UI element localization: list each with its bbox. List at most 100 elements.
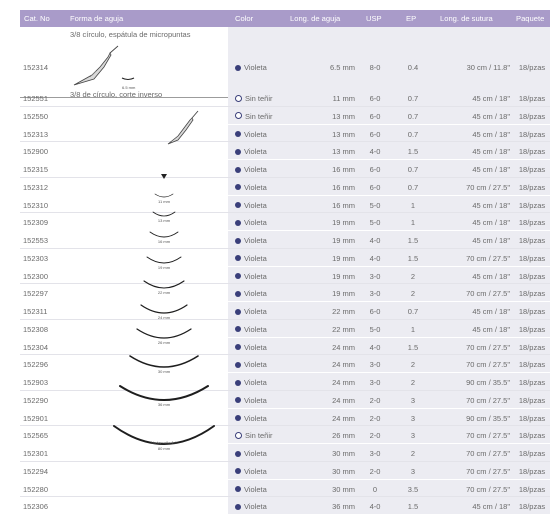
cell-length: 16 mm — [332, 200, 355, 210]
cell-length: 24 mm — [332, 342, 355, 352]
cell-ep: 1.5 — [407, 502, 419, 512]
cell-cat: 152903 — [23, 378, 49, 387]
undyed-dot-icon — [235, 94, 242, 102]
header-form: Forma de aguja — [70, 14, 124, 23]
table-row: 152280 Violeta 30 mm 0 3.5 70 cm / 27.5" 18/pz… — [20, 479, 550, 498]
cell-length: 36 mm — [332, 502, 355, 512]
needle-size-label: 36 mm — [158, 402, 171, 407]
cell-ep: 2 — [410, 378, 416, 387]
cell-usp: 3-0 — [369, 271, 381, 281]
cell-suture: 70 cm / 27.5" — [466, 182, 510, 192]
cell-cat: 152296 — [23, 360, 49, 370]
violet-dot-icon — [235, 486, 241, 492]
cell-length: 26 mm — [332, 431, 355, 441]
cell-ep: 0.7 — [407, 111, 419, 121]
cell-cat: 152315 — [23, 165, 49, 174]
cell-pack: 18/pzas — [518, 360, 546, 370]
cell-usp: 6-0 — [369, 94, 381, 103]
table-row: 152551 Sin teñir 11 mm 6-0 0.7 45 cm / 18" 18/… — [20, 89, 550, 107]
cell-pack: 18/pzas — [518, 165, 546, 174]
cell-ep: 3 — [410, 431, 416, 441]
cell-ep: 1.5 — [407, 342, 419, 352]
section1-title: 3/8 círculo, espátula de micropuntas — [70, 30, 191, 39]
table-row: 152306 Violeta 36 mm 4-0 1.5 45 cm / 18" 18/pz… — [20, 497, 550, 515]
cell-usp: 6-0 — [369, 182, 381, 192]
header-suture: Long. de sutura — [440, 14, 493, 23]
needle-size-label: 26 mm — [158, 340, 171, 345]
cell-pack: 18/pzas — [518, 147, 546, 157]
cell-pack: 18/pzas — [518, 94, 546, 103]
cell-suture: 70 cm / 27.5" — [466, 360, 510, 370]
cell-suture: 30 cm / 11.8" — [466, 63, 510, 72]
violet-dot-icon — [235, 468, 241, 475]
cell-usp: 5-0 — [369, 218, 381, 228]
needle-arc-icon — [129, 355, 199, 368]
cell-suture: 70 cm / 27.5" — [466, 431, 510, 441]
cell-cat: 152551 — [23, 94, 49, 103]
cell-cat: 152301 — [23, 449, 49, 458]
cell-usp: 3-0 — [369, 360, 381, 370]
needle-arc-icon — [119, 385, 209, 401]
needle-note: No tamaño 1:1 — [151, 440, 178, 445]
cell-length: 24 mm — [332, 360, 355, 370]
cell-pack: 18/pzas — [518, 111, 546, 121]
needle-size-label: 19 mm — [158, 265, 171, 270]
cell-pack: 18/pzas — [518, 271, 546, 281]
cell-usp: 0 — [372, 484, 378, 494]
cell-suture: 70 cm / 27.5" — [466, 253, 510, 263]
cell-cat: 152310 — [23, 200, 49, 210]
cell-usp: 8-0 — [369, 63, 381, 72]
header-length: Long. de aguja — [290, 14, 341, 23]
cell-ep: 1.5 — [407, 147, 419, 157]
micropoint-needle-icon: 6.5 mm — [73, 45, 136, 90]
cell-suture: 45 cm / 18" — [472, 129, 510, 139]
needle-arc-icon — [136, 328, 192, 339]
cell-length: 19 mm — [332, 271, 355, 281]
cell-length: 30 mm — [332, 484, 355, 494]
cell-usp: 6-0 — [369, 129, 381, 139]
cell-suture: 45 cm / 18" — [472, 165, 510, 174]
cell-length: 19 mm — [332, 218, 355, 228]
cell-length: 16 mm — [332, 182, 355, 192]
cell-usp: 3-0 — [369, 378, 381, 387]
reverse-cutting-needles-illustration: 11 mm 13 mm 16 mm 19 mm 22 mm 24 mm 26 mm 30 mm… — [113, 110, 215, 451]
cell-usp: 6-0 — [369, 111, 381, 121]
cell-pack: 18/pzas — [518, 218, 546, 228]
cell-length: 13 mm — [332, 129, 355, 139]
cell-usp: 5-0 — [369, 200, 381, 210]
triangle-point-icon — [161, 174, 167, 179]
needle-arc-icon — [140, 304, 188, 314]
cell-cat: 152290 — [23, 395, 49, 405]
cell-suture: 45 cm / 18" — [472, 200, 510, 210]
cell-cat: 152314 — [23, 63, 49, 72]
cell-usp: 4-0 — [369, 236, 381, 245]
cell-ep: 0.7 — [407, 182, 419, 192]
header-usp: USP — [366, 14, 382, 23]
cell-color: Violeta — [235, 467, 267, 476]
cell-length: 24 mm — [332, 395, 355, 405]
cell-length: 13 mm — [332, 111, 355, 121]
cell-ep: 1 — [410, 324, 416, 334]
cell-ep: 2 — [410, 271, 416, 281]
needle-arc-icon — [154, 193, 174, 198]
needle-holder-icon — [167, 110, 199, 145]
cell-suture: 45 cm / 18" — [472, 307, 510, 316]
cell-pack: 18/pzas — [518, 200, 546, 210]
needle-size-label: 80 mm — [158, 446, 171, 451]
cell-pack: 18/pzas — [518, 63, 546, 72]
needle-arc-icon — [149, 231, 179, 238]
cell-length: 30 mm — [332, 466, 355, 476]
cell-usp: 2-0 — [369, 395, 381, 405]
cell-ep: 0.7 — [407, 94, 419, 103]
cell-pack: 18/pzas — [518, 324, 546, 334]
cell-ep: 2 — [410, 360, 416, 370]
cell-color: Violeta — [235, 502, 267, 511]
cell-pack: 18/pzas — [518, 466, 546, 476]
cell-suture: 45 cm / 18" — [472, 147, 510, 157]
cell-length: 6.5 mm — [329, 63, 355, 72]
cell-pack: 18/pzas — [518, 342, 546, 352]
cell-length: 24 mm — [332, 413, 355, 423]
cell-pack: 18/pzas — [518, 307, 546, 316]
cell-length: 19 mm — [332, 289, 355, 299]
cell-pack: 18/pzas — [518, 182, 546, 192]
